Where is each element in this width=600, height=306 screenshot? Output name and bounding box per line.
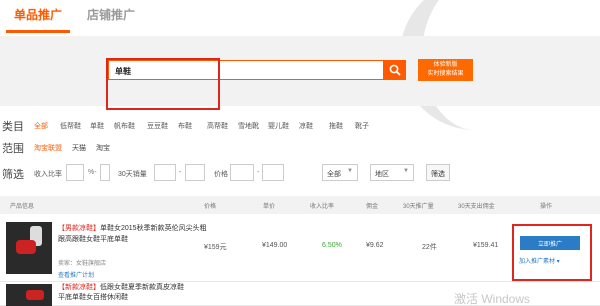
plan-link[interactable]: 查看推广计划 — [58, 270, 94, 279]
category-item[interactable]: 单鞋 — [90, 121, 104, 131]
region-select[interactable]: 地区 ▼ — [370, 164, 414, 181]
product-title[interactable]: 【新款凉鞋】低跟女鞋夏季新款真皮凉鞋 平底单鞋女百搭休闲鞋 — [58, 283, 258, 303]
category-item[interactable]: 帆布鞋 — [114, 121, 135, 131]
region-select-value: 地区 — [375, 171, 389, 178]
category-item[interactable]: 布鞋 — [178, 121, 192, 131]
product-tag: 【男款凉鞋】 — [58, 225, 100, 232]
condition-label: 筛选 — [2, 169, 24, 181]
sales-min-input[interactable] — [154, 164, 176, 181]
windows-activation-watermark: 激活 Windows — [454, 292, 531, 306]
product-thumbnail[interactable] — [6, 284, 52, 306]
column-header[interactable]: 收入比率 — [310, 201, 334, 210]
product-title-text: 低跟女鞋夏季新款真皮凉鞋 — [100, 284, 184, 291]
category-item[interactable]: 全部 — [34, 121, 48, 131]
column-header[interactable]: 单价 — [263, 201, 275, 210]
category-item[interactable]: 靴子 — [355, 121, 369, 131]
column-header[interactable]: 30天支出佣金 — [458, 201, 495, 210]
category-item[interactable]: 拖鞋 — [329, 121, 343, 131]
product-image-detail — [26, 290, 44, 300]
new-version-line-1: 体验新版 — [433, 62, 458, 68]
highlight-box-actions — [512, 224, 592, 281]
page: 单品推广 店铺推广 单鞋 体验新版 实时搜索结果 类目 全部 低帮鞋 单鞋 帆布… — [0, 0, 600, 306]
table-row: 【男款凉鞋】单鞋女2015秋季新款英伦风尖头粗跟高跟鞋女鞋平底单鞋 卖家：女鞋旗… — [0, 214, 600, 282]
volume-cell: 22件 — [422, 244, 437, 251]
column-header[interactable]: 价格 — [204, 201, 216, 210]
table-header: 产品信息 价格 单价 收入比率 佣金 30天推广量 30天支出佣金 操作 — [0, 196, 600, 214]
active-tab-underline — [6, 30, 70, 33]
chevron-down-icon: ▼ — [403, 168, 409, 174]
column-header[interactable]: 30天推广量 — [403, 201, 434, 210]
product-subtitle: 平底单鞋女百搭休闲鞋 — [58, 294, 128, 301]
search-icon — [389, 64, 401, 76]
price-max-input[interactable] — [262, 164, 284, 181]
range-dash: - — [179, 169, 182, 176]
range-item[interactable]: 天猫 — [72, 143, 86, 153]
column-header: 产品信息 — [10, 204, 35, 210]
product-tag: 【新款凉鞋】 — [58, 284, 100, 291]
category-item[interactable]: 婴儿鞋 — [268, 121, 289, 131]
sort-select[interactable]: 全部 ▼ — [322, 164, 358, 181]
highlight-box-search — [106, 58, 220, 110]
filter-button[interactable]: 筛选 — [426, 164, 450, 181]
product-image-detail — [16, 240, 36, 254]
price-cell: ¥159元 — [204, 244, 227, 251]
new-version-line-2: 实时搜索结果 — [427, 71, 464, 77]
rate-cell: 6.50% — [322, 242, 342, 249]
spent-cell: ¥159.41 — [473, 242, 499, 249]
range-dash: %- — [88, 169, 97, 176]
range-item[interactable]: 淘宝 — [96, 143, 110, 153]
category-item[interactable]: 雪地靴 — [238, 121, 259, 131]
search-band: 单鞋 体验新版 实时搜索结果 — [0, 36, 600, 106]
category-item[interactable]: 豆豆鞋 — [147, 121, 168, 131]
category-item[interactable]: 低帮鞋 — [60, 121, 81, 131]
price-label: 价格 — [214, 171, 228, 178]
sort-select-value: 全部 — [327, 171, 341, 178]
tab-shop[interactable]: 店铺推广 — [87, 6, 135, 23]
search-button[interactable] — [384, 60, 406, 80]
unit-price-cell: ¥149.00 — [262, 242, 288, 249]
category-item[interactable]: 高帮鞋 — [207, 121, 228, 131]
category-item[interactable]: 凉鞋 — [299, 121, 313, 131]
tab-single-product[interactable]: 单品推广 — [14, 6, 62, 23]
income-min-input[interactable] — [66, 164, 84, 181]
sales-max-input[interactable] — [185, 164, 205, 181]
category-label: 类目 — [2, 121, 24, 133]
commission-cell: ¥9.62 — [366, 242, 384, 249]
income-rate-label: 收入比率 — [34, 171, 62, 178]
column-header[interactable]: 佣金 — [366, 201, 378, 210]
product-title[interactable]: 【男款凉鞋】单鞋女2015秋季新款英伦风尖头粗跟高跟鞋女鞋平底单鞋 — [58, 223, 208, 245]
new-version-button[interactable]: 体验新版 实时搜索结果 — [418, 59, 473, 81]
shop-name[interactable]: 卖家：女鞋旗舰店 — [58, 258, 106, 267]
top-tabs: 单品推广 店铺推广 — [0, 0, 600, 130]
chevron-down-icon: ▼ — [347, 168, 353, 174]
column-header: 操作 — [540, 204, 553, 210]
range-item[interactable]: 淘宝联盟 — [34, 143, 62, 153]
sales-label: 30天销量 — [118, 171, 147, 178]
product-thumbnail[interactable] — [6, 222, 52, 274]
income-max-input[interactable] — [100, 164, 110, 181]
range-dash: - — [257, 169, 260, 176]
range-label: 范围 — [2, 143, 24, 155]
price-min-input[interactable] — [230, 164, 254, 181]
